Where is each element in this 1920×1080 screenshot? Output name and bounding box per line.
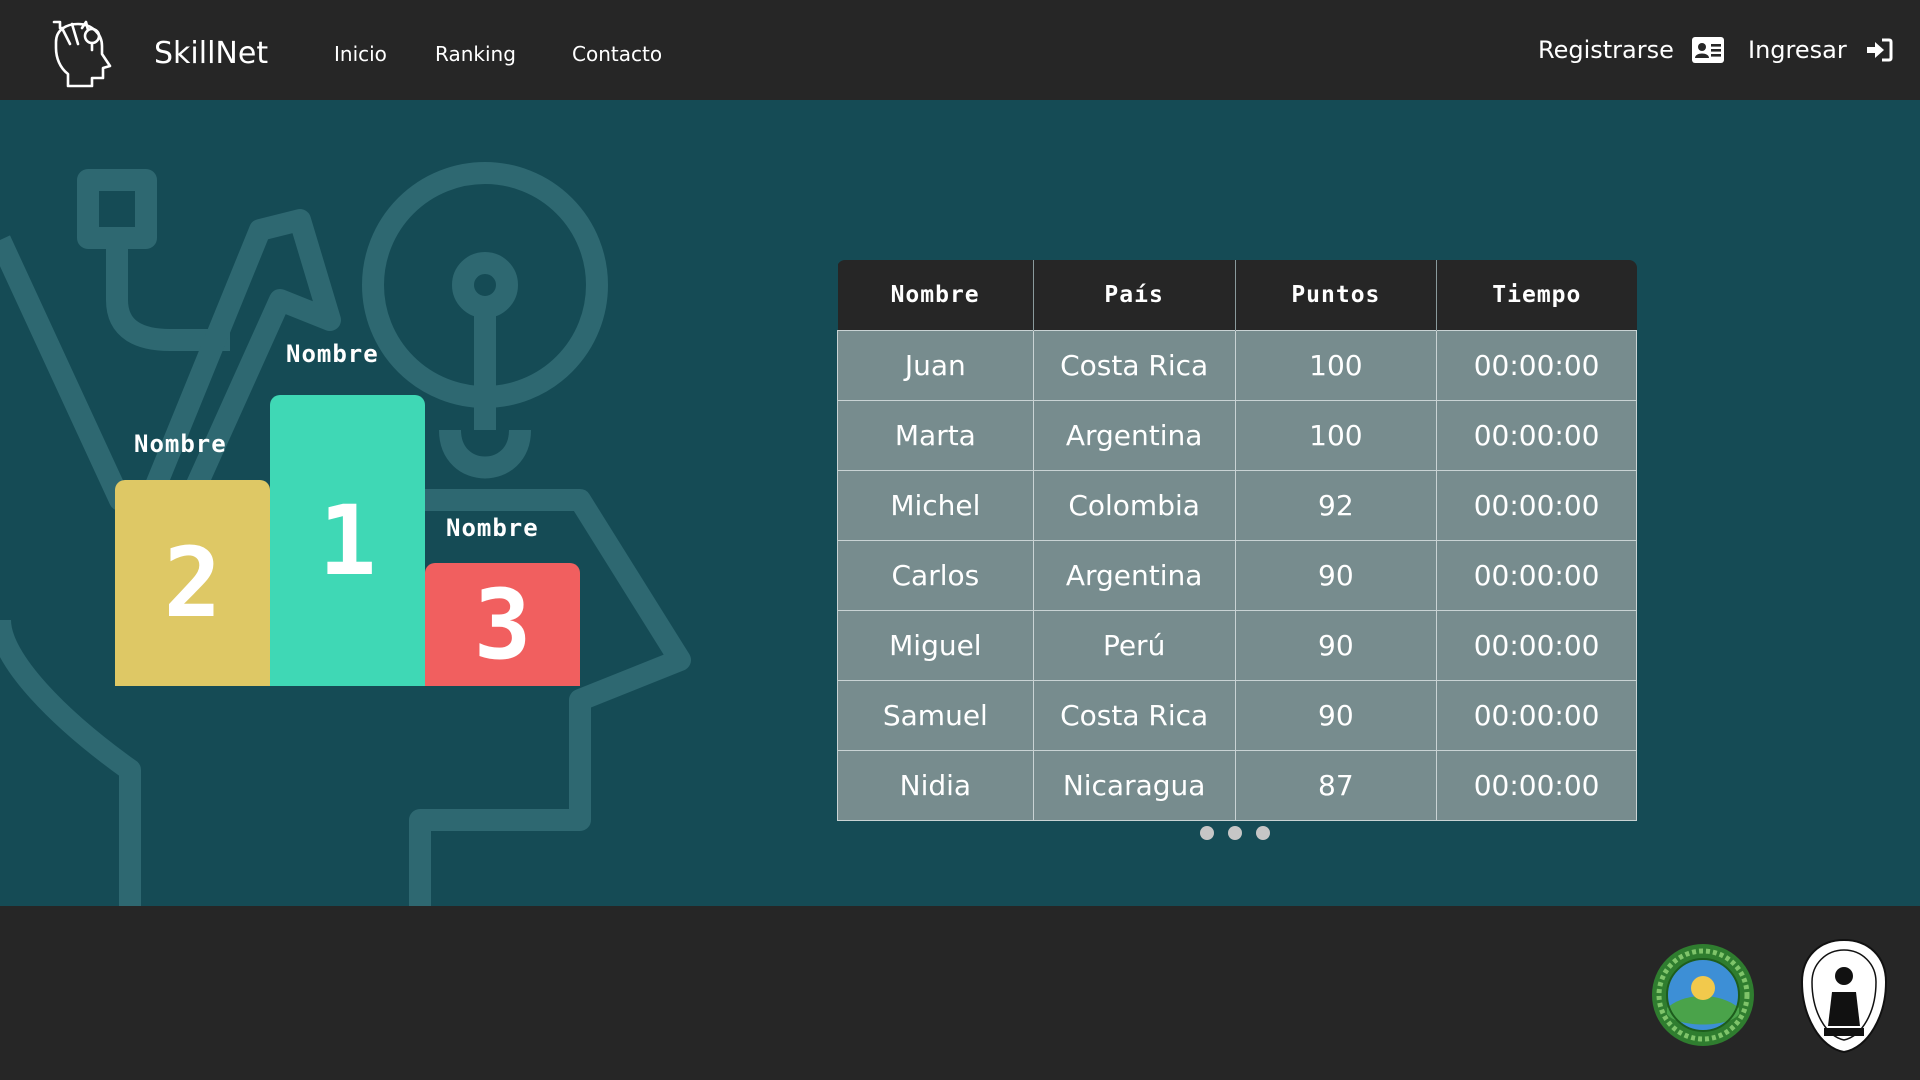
column-header-tiempo[interactable]: Tiempo (1436, 260, 1637, 330)
podium-third-place: 3 (425, 563, 580, 686)
table-row[interactable]: Marta Argentina 100 00:00:00 (837, 399, 1637, 471)
register-button[interactable]: Registrarse (1538, 36, 1724, 64)
cell-puntos: 87 (1234, 749, 1438, 821)
cell-nombre: Michel (837, 469, 1034, 541)
cell-tiempo: 00:00:00 (1436, 679, 1637, 751)
footer (0, 906, 1920, 1080)
brand-name[interactable]: SkillNet (154, 36, 268, 71)
table-row[interactable]: Nidia Nicaragua 87 00:00:00 (837, 749, 1637, 821)
cell-pais: Costa Rica (1032, 329, 1236, 401)
cell-tiempo: 00:00:00 (1436, 399, 1637, 471)
table-row[interactable]: Miguel Perú 90 00:00:00 (837, 609, 1637, 681)
cell-puntos: 92 (1234, 469, 1438, 541)
municipal-seal-icon (1652, 944, 1754, 1046)
nav-link-ranking[interactable]: Ranking (435, 42, 516, 66)
cell-tiempo: 00:00:00 (1436, 329, 1637, 401)
column-header-pais[interactable]: País (1033, 260, 1236, 330)
cell-nombre: Juan (837, 329, 1034, 401)
cell-tiempo: 00:00:00 (1436, 469, 1637, 541)
nav-link-inicio[interactable]: Inicio (334, 42, 387, 66)
podium-third-number: 3 (473, 568, 532, 681)
page-dot-3[interactable] (1256, 826, 1270, 840)
podium-second-number: 2 (163, 527, 222, 639)
cell-tiempo: 00:00:00 (1436, 539, 1637, 611)
sign-in-icon (1866, 38, 1893, 62)
cell-puntos: 100 (1234, 399, 1438, 471)
cell-pais: Costa Rica (1032, 679, 1236, 751)
cell-tiempo: 00:00:00 (1436, 749, 1637, 821)
cell-pais: Argentina (1032, 539, 1236, 611)
university-seal-icon (1800, 938, 1888, 1054)
table-row[interactable]: Juan Costa Rica 100 00:00:00 (837, 329, 1637, 401)
podium-first-number: 1 (318, 484, 377, 597)
nav-link-contacto[interactable]: Contacto (572, 42, 662, 66)
cell-tiempo: 00:00:00 (1436, 609, 1637, 681)
ranking-table: Nombre País Puntos Tiempo Juan Costa Ric… (837, 260, 1637, 821)
cell-puntos: 100 (1234, 329, 1438, 401)
login-label: Ingresar (1748, 36, 1847, 64)
cell-nombre: Samuel (837, 679, 1034, 751)
top-navbar: SkillNet Inicio Ranking Contacto Registr… (0, 0, 1920, 100)
cell-nombre: Carlos (837, 539, 1034, 611)
table-row[interactable]: Michel Colombia 92 00:00:00 (837, 469, 1637, 541)
page-dot-1[interactable] (1200, 826, 1214, 840)
cell-puntos: 90 (1234, 539, 1438, 611)
cell-pais: Colombia (1032, 469, 1236, 541)
cell-nombre: Marta (837, 399, 1034, 471)
main-content: Nombre Nombre Nombre 2 1 3 Nombre País P… (0, 100, 1920, 906)
cell-puntos: 90 (1234, 609, 1438, 681)
table-pagination (1200, 826, 1270, 840)
head-lightbulb-icon[interactable] (48, 18, 114, 88)
cell-puntos: 90 (1234, 679, 1438, 751)
column-header-nombre[interactable]: Nombre (837, 260, 1034, 330)
podium-first-name: Nombre (286, 340, 379, 368)
podium-first-place: 1 (270, 395, 425, 686)
page-dot-2[interactable] (1228, 826, 1242, 840)
id-card-icon (1691, 37, 1724, 63)
cell-pais: Argentina (1032, 399, 1236, 471)
column-header-puntos[interactable]: Puntos (1235, 260, 1438, 330)
podium-second-place: 2 (115, 480, 270, 686)
podium-third-name: Nombre (446, 514, 539, 542)
cell-nombre: Nidia (837, 749, 1034, 821)
login-button[interactable]: Ingresar (1748, 36, 1893, 64)
cell-nombre: Miguel (837, 609, 1034, 681)
table-row[interactable]: Samuel Costa Rica 90 00:00:00 (837, 679, 1637, 751)
table-row[interactable]: Carlos Argentina 90 00:00:00 (837, 539, 1637, 611)
podium-second-name: Nombre (134, 430, 227, 458)
register-label: Registrarse (1538, 36, 1674, 64)
cell-pais: Perú (1032, 609, 1236, 681)
cell-pais: Nicaragua (1032, 749, 1236, 821)
table-header-row: Nombre País Puntos Tiempo (837, 260, 1637, 330)
